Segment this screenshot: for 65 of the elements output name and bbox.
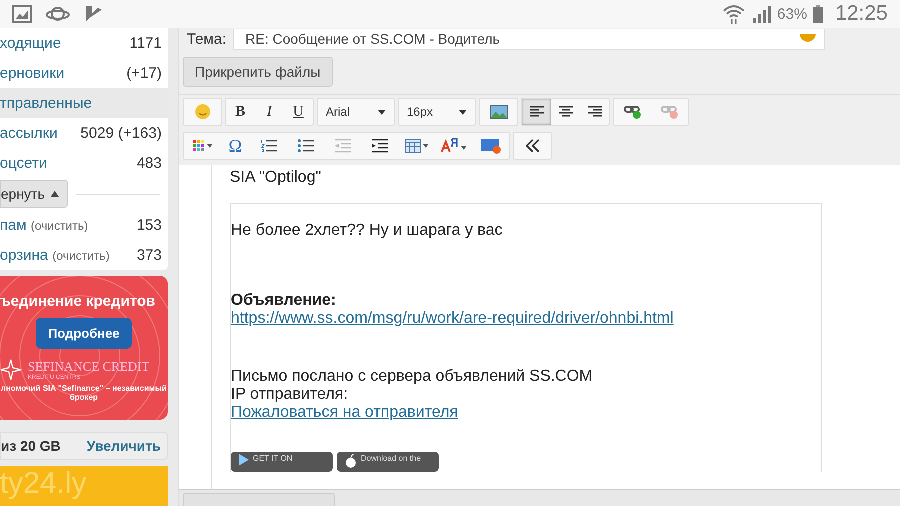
wifi-icon <box>723 4 746 24</box>
complain-link[interactable]: Пожаловаться на отправителя <box>231 404 458 421</box>
gallery-icon <box>12 5 32 23</box>
collapse-button[interactable]: ернуть <box>0 180 68 208</box>
folder-name[interactable]: орзина <box>0 246 48 264</box>
italic-button[interactable]: I <box>255 99 284 125</box>
double-chevron-icon[interactable] <box>526 139 540 153</box>
align-right-icon <box>588 106 602 118</box>
signal-icon <box>751 5 772 23</box>
folder-item[interactable]: ходящие 1171 <box>0 28 168 58</box>
caret-icon <box>51 191 60 197</box>
play-icon <box>239 454 249 466</box>
bold-button[interactable]: B <box>226 99 255 125</box>
align-center-icon <box>558 106 572 118</box>
footer-text: Письмо послано с сервера объявлений SS.COM <box>231 368 594 386</box>
clear-link[interactable]: (очистить) <box>52 248 110 262</box>
reply-text: Не более 2хлет?? Ну и шарага у вас <box>231 222 504 240</box>
translate-icon[interactable] <box>440 138 466 154</box>
numbered-list-icon[interactable] <box>260 139 276 153</box>
attach-files-button[interactable]: Прикрепить файлы <box>183 57 333 87</box>
smiley-icon[interactable] <box>194 104 210 120</box>
folder-count: 373 <box>136 246 162 264</box>
store-badge[interactable]: GET IT ON <box>231 452 333 472</box>
store-badge[interactable]: Download on the <box>337 452 439 472</box>
image-icon[interactable] <box>490 105 508 119</box>
increase-link[interactable]: Увеличить <box>86 438 161 454</box>
star-logo-icon <box>0 359 22 381</box>
caret-icon <box>459 110 467 114</box>
ad-link[interactable]: https://www.ss.com/msg/ru/work/are-required/driver/ohnbi.html <box>231 310 674 327</box>
storage-text: из 20 GB <box>1 438 61 454</box>
font-dropdown[interactable]: Arial <box>318 99 394 125</box>
ad-note: лномочий SIA "Sefinance" – независимый брокер <box>0 385 168 403</box>
folder-item[interactable]: тправленные <box>0 88 168 118</box>
html-icon[interactable] <box>480 138 500 154</box>
special-character-button[interactable]: Ω <box>221 133 250 159</box>
bullet-list-icon[interactable] <box>298 139 314 153</box>
ip-label: IP отправителя: <box>231 386 350 404</box>
ad-label: Объявление: <box>231 292 338 310</box>
indent-icon[interactable] <box>372 139 388 153</box>
subject-label: Тема: <box>187 30 226 50</box>
battery-percent: 63% <box>777 6 808 22</box>
check-flag-icon <box>84 5 104 23</box>
caret-icon <box>378 110 386 114</box>
subject-field[interactable]: RE: Сообщение от SS.COM - Водитель <box>232 29 824 50</box>
color-grid-icon[interactable] <box>192 140 212 152</box>
apple-icon <box>345 454 357 468</box>
folder-count: 153 <box>136 216 162 234</box>
folder-item[interactable]: ассылки 5029 (+163) <box>0 118 168 148</box>
planet-icon <box>46 5 70 23</box>
folder-item[interactable]: оцсети 483 <box>0 148 168 178</box>
details-button[interactable]: Подробнее <box>36 318 132 349</box>
folder-name[interactable]: пам <box>0 216 27 234</box>
link-icon[interactable] <box>624 105 642 119</box>
clear-link[interactable]: (очистить) <box>30 218 88 232</box>
battery-icon <box>813 5 824 23</box>
table-icon[interactable] <box>404 139 428 153</box>
signature-text: SIA "Optilog" <box>230 169 322 187</box>
clock-time: 12:25 <box>835 2 888 26</box>
ad-title: ъединение кредитов <box>0 293 156 310</box>
align-left-icon <box>530 106 544 118</box>
align-left-button[interactable] <box>522 99 551 125</box>
font-dropdown[interactable]: 16px <box>399 99 475 125</box>
folder-item[interactable]: ерновики (+17) <box>0 58 168 88</box>
underline-button[interactable]: U <box>284 99 313 125</box>
brand-name: SEFINANCE CREDIT <box>28 359 150 374</box>
